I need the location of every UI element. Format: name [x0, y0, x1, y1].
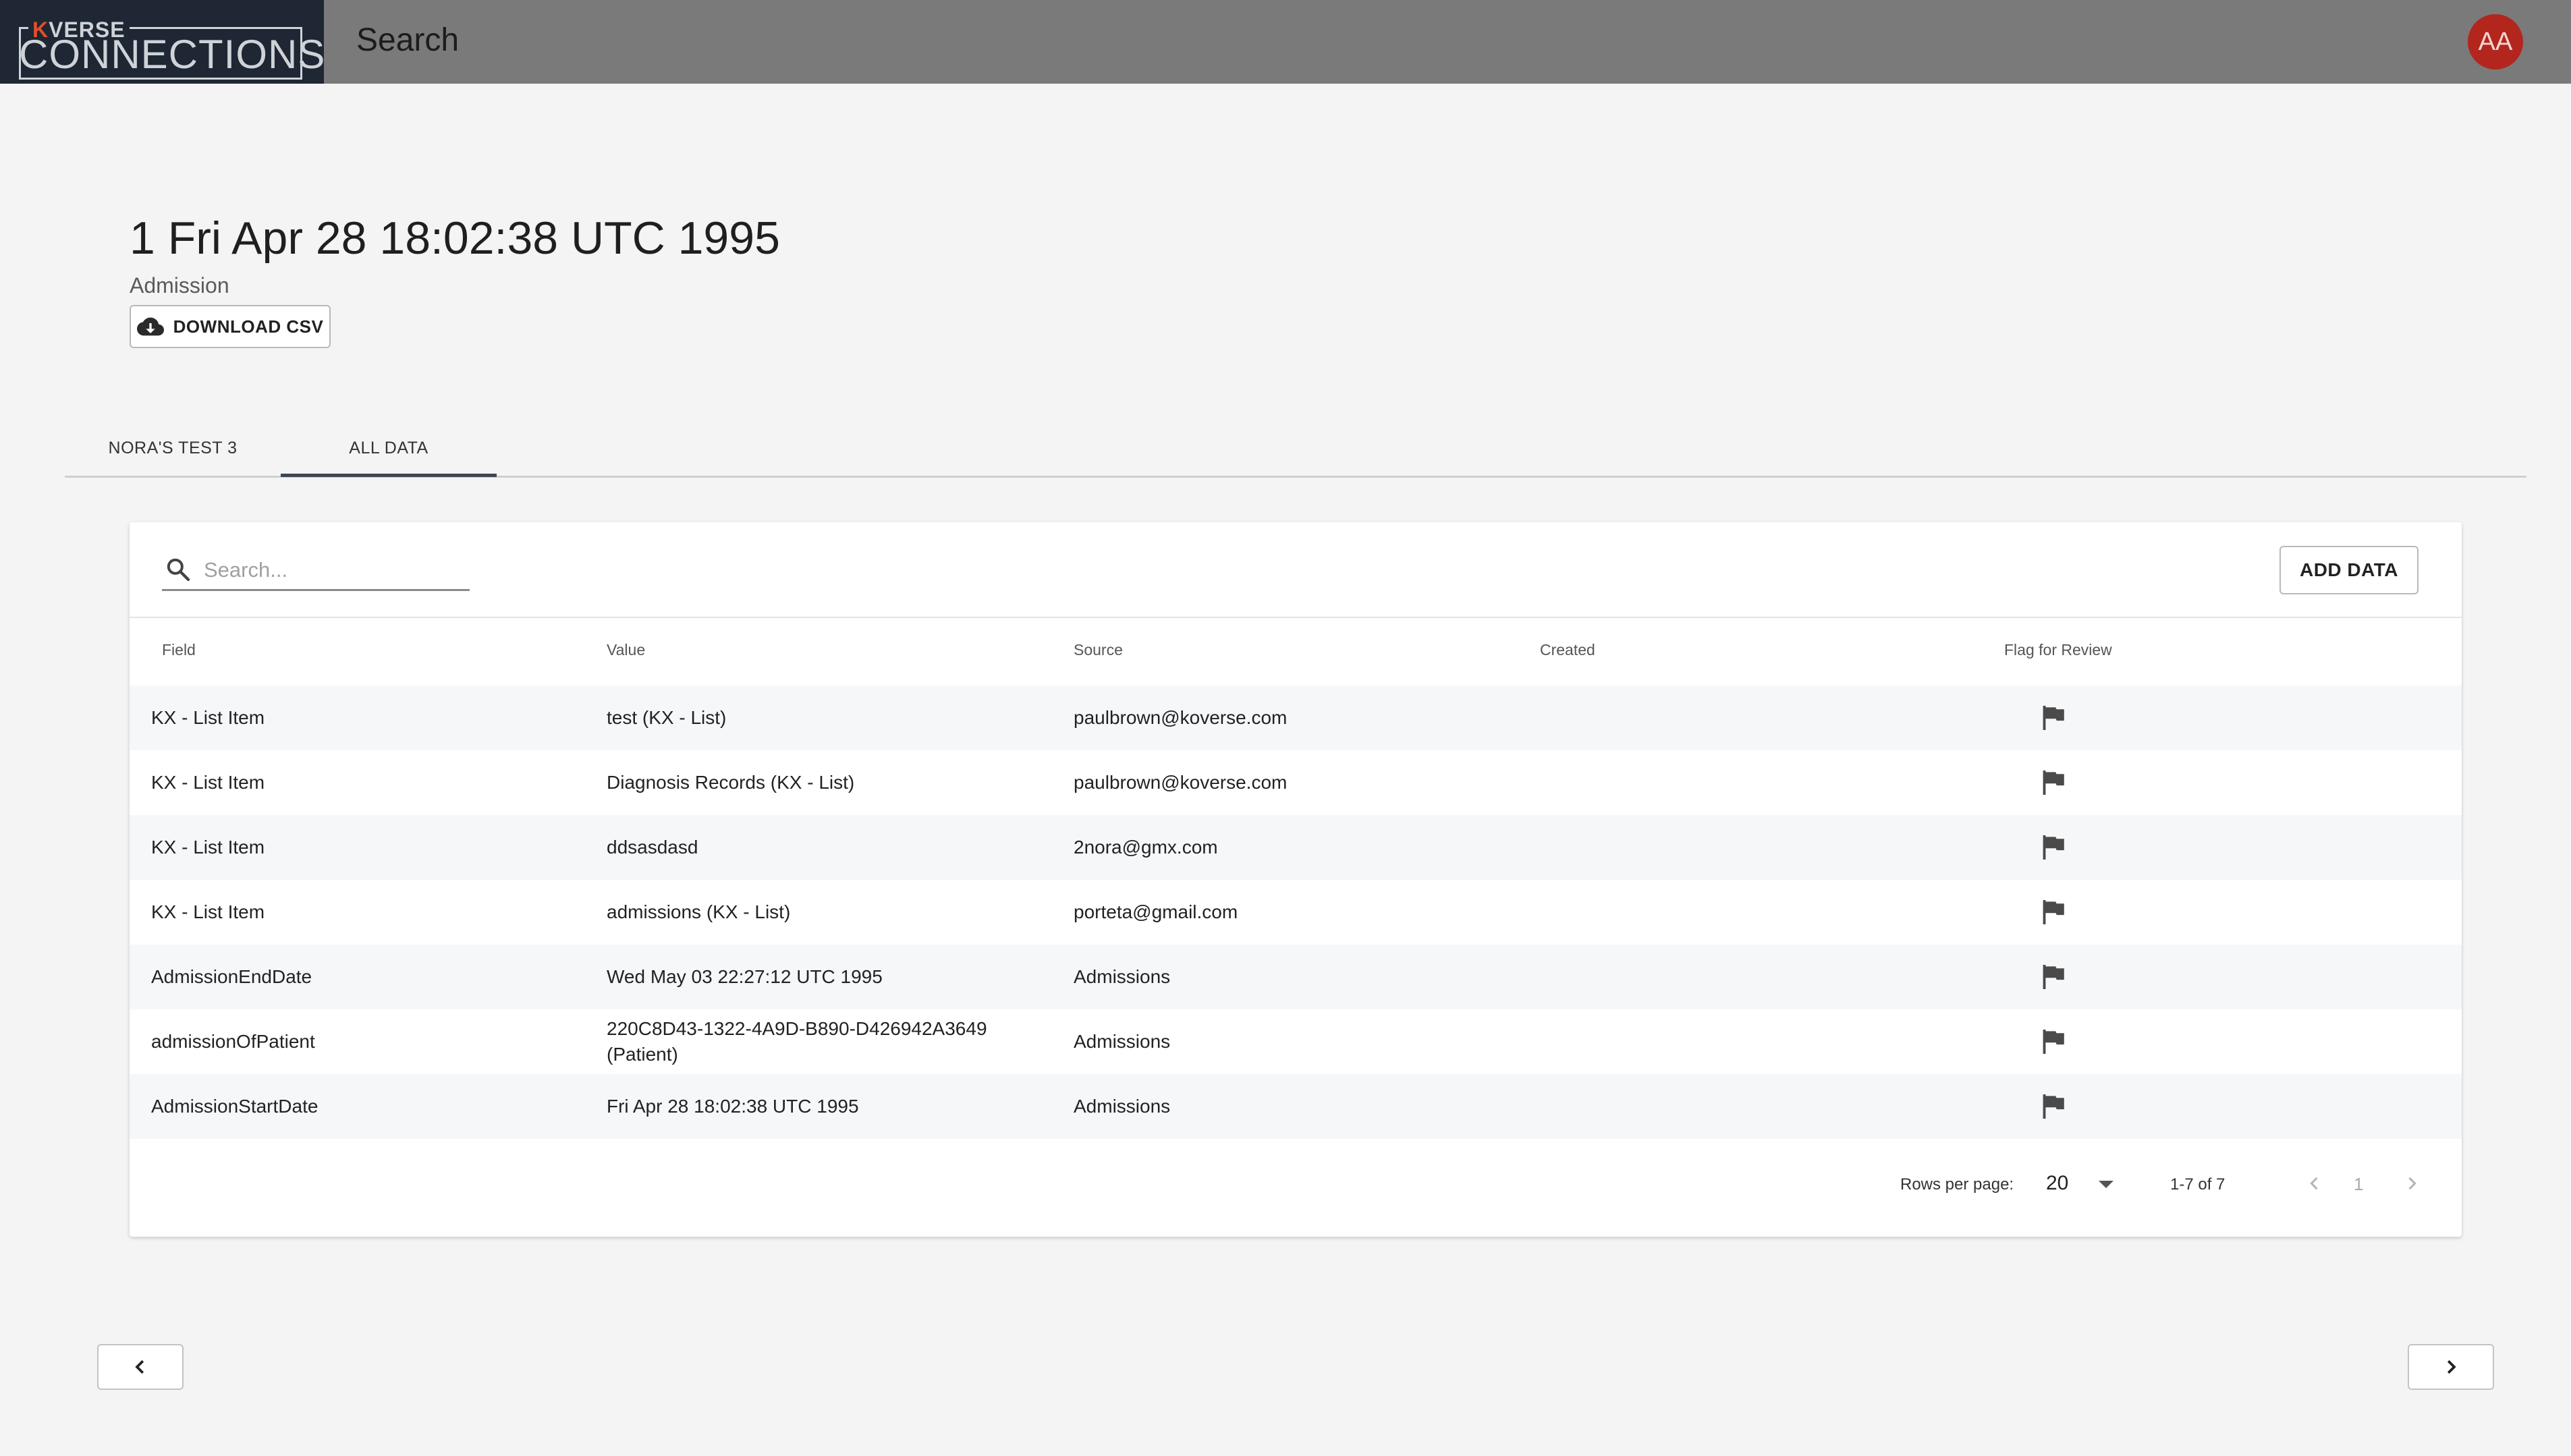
cloud-download-icon [136, 317, 164, 336]
table-row[interactable]: KX - List Item ddsasdasd 2nora@gmx.com [130, 815, 2462, 880]
search-input[interactable] [204, 553, 467, 587]
cell-field: KX - List Item [151, 707, 265, 728]
chevron-left-icon [135, 1360, 144, 1374]
table-row[interactable]: KX - List Item Diagnosis Records (KX - L… [130, 750, 2462, 815]
current-page-number: 1 [2354, 1174, 2364, 1194]
flag-icon [2043, 900, 2064, 924]
cell-source: Admissions [1074, 1031, 1171, 1052]
dropdown-caret-icon [2099, 1181, 2113, 1188]
pagination-range: 1-7 of 7 [2170, 1175, 2226, 1194]
cell-created [1540, 1009, 1972, 1074]
cell-value: 220C8D43-1322-4A9D-B890-D426942A3649 (Pa… [607, 1018, 987, 1065]
data-table-card: ADD DATA Field Value Source Created Flag… [130, 522, 2462, 1237]
cell-value: admissions (KX - List) [607, 901, 791, 922]
flag-button[interactable] [2026, 815, 2080, 880]
search-icon [167, 558, 190, 582]
cell-field: AdmissionStartDate [151, 1096, 319, 1117]
column-header-value[interactable]: Value [607, 641, 645, 659]
table-row[interactable]: KX - List Item test (KX - List) paulbrow… [130, 685, 2462, 750]
chevron-left-icon [2310, 1177, 2318, 1190]
flag-icon [2043, 706, 2064, 730]
record-title: 1 Fri Apr 28 18:02:38 UTC 1995 [130, 213, 780, 264]
top-app-bar: KVERSE CONNECTIONS Search AA [0, 0, 2571, 84]
cell-created [1540, 750, 1972, 815]
cell-source: Admissions [1074, 1096, 1171, 1117]
rows-per-page-select[interactable]: 20 [2046, 1163, 2113, 1204]
cell-field: KX - List Item [151, 772, 265, 793]
table-row[interactable]: KX - List Item admissions (KX - List) po… [130, 880, 2462, 945]
column-header-source[interactable]: Source [1074, 641, 1123, 659]
cell-value: Wed May 03 22:27:12 UTC 1995 [607, 966, 883, 987]
cell-value: test (KX - List) [607, 707, 727, 728]
flag-button[interactable] [2026, 1009, 2080, 1074]
cell-created [1540, 880, 1972, 945]
cell-field: admissionOfPatient [151, 1031, 315, 1052]
flag-button[interactable] [2026, 1074, 2080, 1139]
toolbar-divider [130, 617, 2462, 618]
active-tab-indicator [281, 474, 497, 477]
logo-wordmark-bottom: CONNECTIONS [19, 32, 326, 77]
download-csv-button[interactable]: DOWNLOAD CSV [130, 305, 331, 348]
add-data-button[interactable]: ADD DATA [2279, 546, 2418, 594]
table-row[interactable]: admissionOfPatient 220C8D43-1322-4A9D-B8… [130, 1009, 2462, 1074]
cell-source: 2nora@gmx.com [1074, 837, 1218, 858]
chevron-right-icon [2447, 1360, 2456, 1374]
flag-icon [2043, 965, 2064, 989]
logo[interactable]: KVERSE CONNECTIONS [0, 0, 326, 84]
flag-icon [2043, 771, 2064, 795]
flag-icon [2043, 1030, 2064, 1054]
tab-all-data[interactable]: ALL DATA [281, 418, 497, 478]
tab-noras-test-3[interactable]: NORA'S TEST 3 [65, 418, 281, 478]
rows-per-page-label: Rows per page: [1900, 1175, 2014, 1194]
cell-source: Admissions [1074, 966, 1171, 987]
column-header-flag-for-review[interactable]: Flag for Review [2004, 641, 2112, 659]
table-row[interactable]: AdmissionStartDate Fri Apr 28 18:02:38 U… [130, 1074, 2462, 1139]
flag-button[interactable] [2026, 750, 2080, 815]
record-subtitle: Admission [130, 273, 229, 298]
flag-button[interactable] [2026, 685, 2080, 750]
cell-value: Diagnosis Records (KX - List) [607, 772, 855, 793]
cell-value: ddsasdasd [607, 837, 698, 858]
cell-field: KX - List Item [151, 837, 265, 858]
previous-page-button[interactable] [2296, 1165, 2333, 1202]
cell-source: paulbrown@koverse.com [1074, 707, 1288, 728]
search-field [162, 549, 470, 591]
next-page-button[interactable] [2393, 1165, 2431, 1202]
cell-field: KX - List Item [151, 901, 265, 922]
table-row[interactable]: AdmissionEndDate Wed May 03 22:27:12 UTC… [130, 945, 2462, 1009]
page-header-title: Search [356, 22, 460, 58]
cell-source: porteta@gmail.com [1074, 901, 1238, 922]
cell-created [1540, 1074, 1972, 1139]
flag-icon [2043, 835, 2064, 860]
cell-created [1540, 815, 1972, 880]
flag-icon [2043, 1094, 2064, 1119]
user-avatar[interactable]: AA [2468, 14, 2523, 69]
cell-field: AdmissionEndDate [151, 966, 312, 987]
cell-value: Fri Apr 28 18:02:38 UTC 1995 [607, 1096, 859, 1117]
chevron-right-icon [2408, 1177, 2416, 1190]
next-record-button[interactable] [2408, 1344, 2494, 1390]
cell-created [1540, 945, 1972, 1009]
download-csv-label: DOWNLOAD CSV [173, 316, 324, 337]
previous-record-button[interactable] [97, 1344, 184, 1390]
column-header-created[interactable]: Created [1540, 641, 1595, 659]
column-header-field[interactable]: Field [162, 641, 196, 659]
flag-button[interactable] [2026, 880, 2080, 945]
flag-button[interactable] [2026, 945, 2080, 1009]
rows-per-page-value: 20 [2046, 1172, 2069, 1194]
cell-source: paulbrown@koverse.com [1074, 772, 1288, 793]
cell-created [1540, 685, 1972, 750]
